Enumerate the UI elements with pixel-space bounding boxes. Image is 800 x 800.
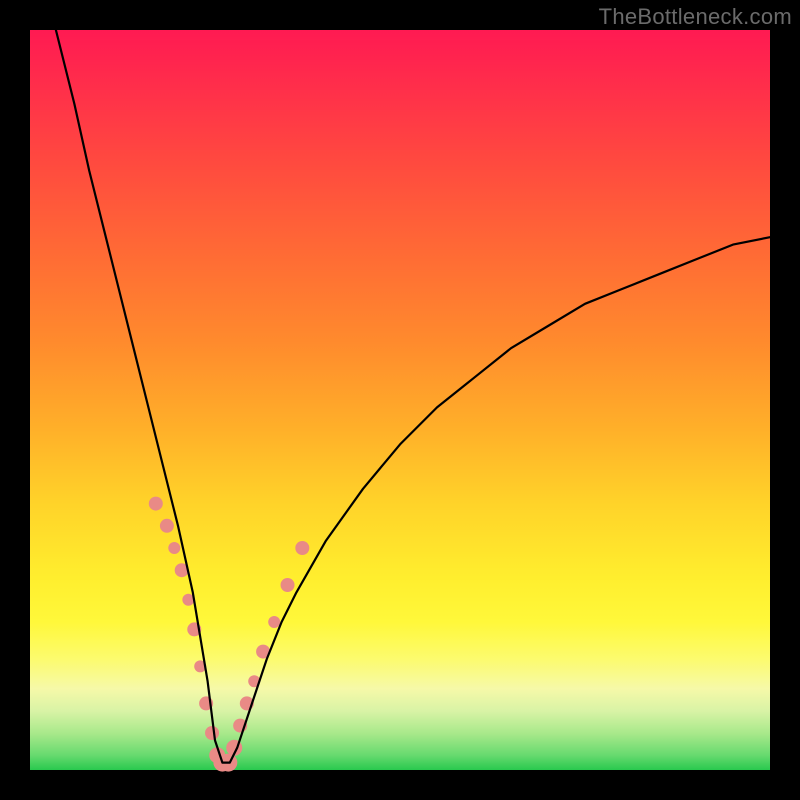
- curve-svg: [30, 30, 770, 770]
- highlight-dot: [168, 542, 180, 554]
- highlight-dot: [268, 616, 280, 628]
- highlight-dot: [160, 519, 174, 533]
- marker-layer: [149, 497, 310, 772]
- highlight-dot: [149, 497, 163, 511]
- highlight-dot: [281, 578, 295, 592]
- chart-root: TheBottleneck.com: [0, 0, 800, 800]
- highlight-dot: [205, 726, 219, 740]
- highlight-dot: [295, 541, 309, 555]
- plot-area: [30, 30, 770, 770]
- watermark-text: TheBottleneck.com: [599, 4, 792, 30]
- bottleneck-curve: [56, 30, 770, 763]
